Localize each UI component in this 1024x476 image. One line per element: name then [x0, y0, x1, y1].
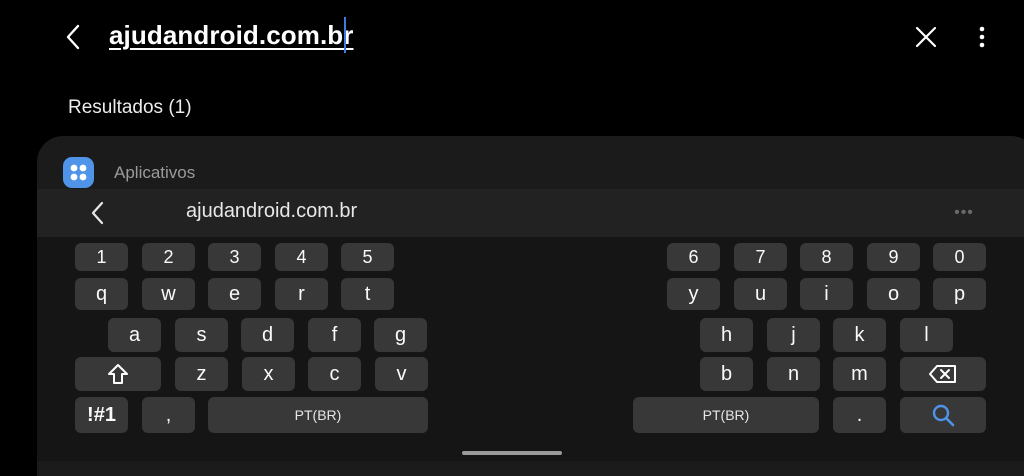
key-o[interactable]: o — [867, 278, 920, 310]
space-key-left[interactable]: PT(BR) — [208, 397, 428, 433]
key-4[interactable]: 4 — [275, 243, 328, 271]
toolbar-more-button[interactable]: ••• — [950, 198, 978, 228]
key-y[interactable]: y — [667, 278, 720, 310]
key-i[interactable]: i — [800, 278, 853, 310]
key-j[interactable]: j — [767, 318, 820, 352]
key-a[interactable]: a — [108, 318, 161, 352]
key-5[interactable]: 5 — [341, 243, 394, 271]
key-l[interactable]: l — [900, 318, 953, 352]
results-count: Resultados (1) — [68, 97, 192, 118]
key-r[interactable]: r — [275, 278, 328, 310]
key-z[interactable]: z — [175, 357, 228, 391]
key-m[interactable]: m — [833, 357, 886, 391]
key-c[interactable]: c — [308, 357, 361, 391]
shift-key[interactable] — [75, 357, 161, 391]
key-v[interactable]: v — [375, 357, 428, 391]
shift-icon — [108, 364, 128, 384]
backspace-icon — [929, 365, 956, 383]
key-9[interactable]: 9 — [867, 243, 920, 271]
toolbar-back-button[interactable] — [84, 196, 110, 230]
key-p[interactable]: p — [933, 278, 986, 310]
search-input[interactable]: ajudandroid.com.br — [109, 20, 353, 51]
toolbar-preview-text[interactable]: ajudandroid.com.br — [186, 200, 357, 223]
space-key-right[interactable]: PT(BR) — [633, 397, 819, 433]
symbols-key[interactable]: !#1 — [75, 397, 128, 433]
chevron-left-icon — [91, 201, 104, 225]
key-h[interactable]: h — [700, 318, 753, 352]
chevron-left-icon — [66, 24, 80, 50]
key-e[interactable]: e — [208, 278, 261, 310]
key-f[interactable]: f — [308, 318, 361, 352]
clear-search-button[interactable] — [910, 20, 942, 54]
text-cursor — [344, 17, 346, 53]
key-0[interactable]: 0 — [933, 243, 986, 271]
key-g[interactable]: g — [374, 318, 427, 352]
search-key[interactable] — [900, 397, 986, 433]
comma-key[interactable]: , — [142, 397, 195, 433]
key-n[interactable]: n — [767, 357, 820, 391]
close-icon — [915, 26, 937, 48]
back-button[interactable] — [58, 20, 88, 54]
key-w[interactable]: w — [142, 278, 195, 310]
home-indicator — [462, 451, 562, 455]
key-8[interactable]: 8 — [800, 243, 853, 271]
backspace-key[interactable] — [900, 357, 986, 391]
key-t[interactable]: t — [341, 278, 394, 310]
key-k[interactable]: k — [833, 318, 886, 352]
key-u[interactable]: u — [734, 278, 787, 310]
key-b[interactable]: b — [700, 357, 753, 391]
key-6[interactable]: 6 — [667, 243, 720, 271]
period-key[interactable]: . — [833, 397, 886, 433]
apps-grid-icon — [63, 157, 94, 188]
search-icon — [932, 404, 955, 427]
category-label: Aplicativos — [114, 163, 196, 182]
key-7[interactable]: 7 — [734, 243, 787, 271]
key-q[interactable]: q — [75, 278, 128, 310]
more-vertical-icon — [979, 26, 985, 48]
more-options-button[interactable] — [968, 20, 996, 54]
key-2[interactable]: 2 — [142, 243, 195, 271]
key-1[interactable]: 1 — [75, 243, 128, 271]
key-d[interactable]: d — [241, 318, 294, 352]
key-3[interactable]: 3 — [208, 243, 261, 271]
key-s[interactable]: s — [175, 318, 228, 352]
key-x[interactable]: x — [242, 357, 295, 391]
